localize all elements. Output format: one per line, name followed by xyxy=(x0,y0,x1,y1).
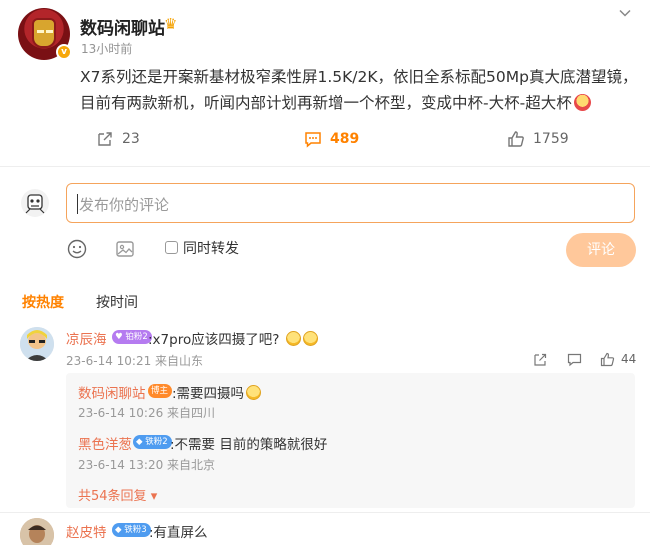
avatar[interactable] xyxy=(20,518,54,545)
repost-label[interactable]: 同时转发 xyxy=(183,238,239,258)
chevron-down-icon[interactable] xyxy=(618,6,632,20)
reply-text: :需要四摄吗 xyxy=(172,382,262,402)
cartoon-avatar-icon xyxy=(20,327,54,361)
forward-count: 23 xyxy=(122,131,140,147)
comment-icon xyxy=(305,132,321,148)
thumbs-up-icon[interactable] xyxy=(600,352,615,367)
reply-meta: 23-6-14 13:20 来自北京 xyxy=(78,458,216,472)
comment-meta: 23-6-14 10:21 来自山东 xyxy=(66,354,204,368)
emoji-icon[interactable] xyxy=(66,238,88,260)
post-action-bar: 23 489 1759 xyxy=(0,126,650,158)
fan-level-badge: ◆ 铁粉3 xyxy=(112,523,151,537)
like-button[interactable]: 1759 xyxy=(507,130,569,148)
commenter-avatar[interactable] xyxy=(20,188,50,218)
more-replies-link[interactable]: 共54条回复 ▾ xyxy=(78,485,157,504)
comment-placeholder: 发布你的评论 xyxy=(79,196,170,214)
author-badge: 博主 xyxy=(148,384,173,398)
like-count: 1759 xyxy=(533,131,569,147)
tab-sort-hot[interactable]: 按热度 xyxy=(22,292,64,312)
fan-level-badge: ◆ 铁粉2 xyxy=(133,435,172,449)
fan-level-badge: ♥ 铂粉2 xyxy=(112,330,152,344)
badge-label: 铁粉2 xyxy=(145,437,168,447)
comment-text: :有直屏么 xyxy=(149,525,208,541)
smile-emoji-icon xyxy=(302,331,318,346)
laugh-emoji-icon xyxy=(573,94,591,111)
comment-count: 489 xyxy=(330,131,360,147)
comment-like-count: 44 xyxy=(621,352,637,366)
crown-icon: ♛ xyxy=(164,15,178,33)
reply-text-content: :需要四摄吗 xyxy=(172,386,245,402)
caret-down-icon: ▾ xyxy=(150,489,158,504)
forward-icon xyxy=(98,132,112,146)
share-icon[interactable] xyxy=(533,352,548,367)
forward-button[interactable]: 23 xyxy=(96,130,140,148)
comment-input[interactable]: 发布你的评论 xyxy=(66,183,635,223)
comment-button[interactable]: 489 xyxy=(304,130,359,148)
thinking-emoji-icon xyxy=(246,385,262,400)
more-replies-label: 共54条回复 xyxy=(78,489,147,504)
post-header: v 数码闲聊站 ♛ 13小时前 xyxy=(18,6,632,66)
reply-user-name[interactable]: 黑色洋葱 xyxy=(78,433,132,453)
iron-mask-icon xyxy=(32,18,56,48)
comment-text-content: :x7pro应该四摄了吧? xyxy=(148,332,280,348)
photo-avatar-icon xyxy=(20,518,54,545)
badge-label: 铂粉2 xyxy=(125,332,148,342)
reply-text: :不需要 目前的策略就很好 xyxy=(170,437,328,453)
thumbs-up-icon xyxy=(508,131,524,147)
comment-text: :x7pro应该四摄了吧? xyxy=(148,328,318,348)
verified-badge-icon: v xyxy=(56,44,72,60)
avatar[interactable] xyxy=(20,327,54,361)
post-text-content: X7系列还是开案新基材极窄柔性屏1.5K/2K，依旧全系标配50Mp真大底潜望镜… xyxy=(80,68,638,112)
post-text: X7系列还是开案新基材极窄柔性屏1.5K/2K，依旧全系标配50Mp真大底潜望镜… xyxy=(80,64,640,116)
tab-sort-time[interactable]: 按时间 xyxy=(96,292,138,312)
comment-user-name[interactable]: 赵皮特 xyxy=(66,521,107,541)
composer-toolbar: 同时转发 xyxy=(66,236,636,264)
divider xyxy=(0,166,650,167)
post-timestamp[interactable]: 13小时前 xyxy=(81,40,132,57)
text-caret xyxy=(77,194,78,214)
repost-checkbox[interactable] xyxy=(165,241,178,254)
badge-label: 铁粉3 xyxy=(124,525,147,535)
reply-user-name[interactable]: 数码闲聊站 xyxy=(78,382,146,402)
reply-icon[interactable] xyxy=(567,352,582,367)
comment-user-name[interactable]: 凉辰海 xyxy=(66,328,107,348)
divider xyxy=(0,512,650,513)
author-name[interactable]: 数码闲聊站 xyxy=(80,14,165,39)
image-icon[interactable] xyxy=(114,238,136,260)
submit-comment-button[interactable]: 评论 xyxy=(566,233,636,267)
reply-meta: 23-6-14 10:26 来自四川 xyxy=(78,406,216,420)
smile-emoji-icon xyxy=(285,331,301,346)
